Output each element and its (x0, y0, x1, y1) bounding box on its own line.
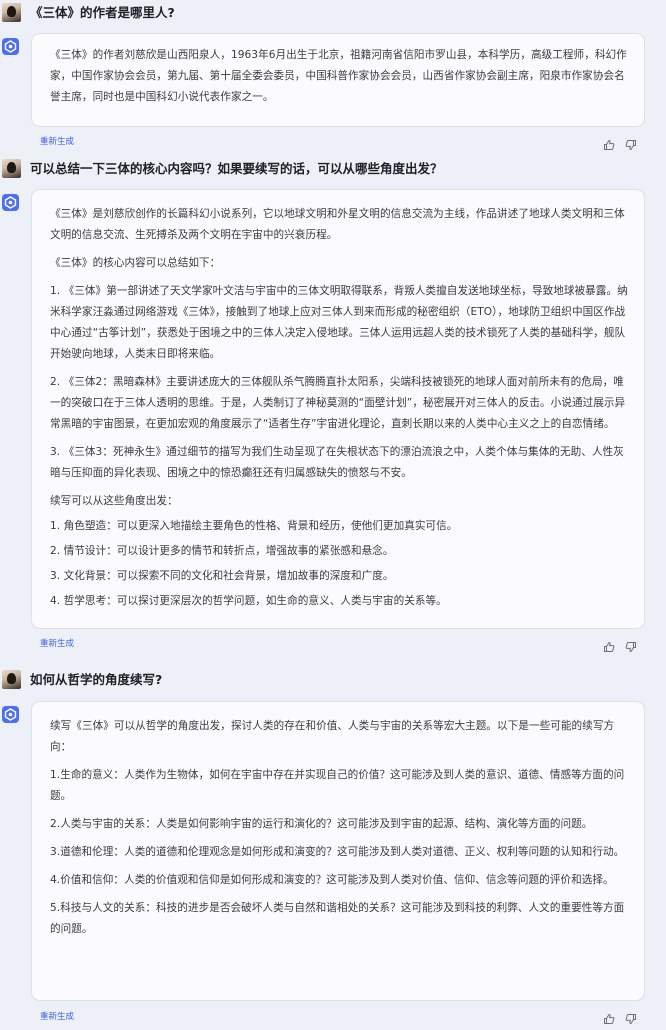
user-avatar (2, 670, 21, 689)
thumbs-down-icon[interactable] (625, 1010, 637, 1025)
answer-paragraph: 3. 《三体3：死神永生》通过细节的描写为我们生动呈现了在失根状态下的漂泊流浪之… (50, 446, 624, 479)
feedback-group (603, 637, 643, 653)
answer-card: 《三体》的作者刘慈欣是山西阳泉人，1963年6月出生于北京，祖籍河南省信阳市罗山… (32, 34, 644, 126)
answer-paragraph: 《三体》是刘慈欣创作的长篇科幻小说系列，它以地球文明和外星文明的信息交流为主线，… (50, 208, 625, 241)
feedback-group (603, 135, 643, 151)
bot-logo-icon (2, 706, 19, 723)
user-avatar (2, 159, 21, 178)
regenerate-button[interactable]: 重新生成 (40, 135, 74, 147)
answer-paragraph: 2.人类与宇宙的关系：人类是如何影响宇宙的运行和演化的？这可能涉及到宇宙的起源、… (50, 818, 593, 830)
answer-paragraph: 4. 哲学思考：可以探讨更深层次的哲学问题，如生命的意义、人类与宇宙的关系等。 (50, 595, 447, 607)
answer-paragraph: 续写《三体》可以从哲学的角度出发，探讨人类的存在和价值、人类与宇宙的关系等宏大主… (50, 720, 615, 753)
answer-paragraph: 1.生命的意义：人类作为生物体，如何在宇宙中存在并实现自己的价值？这可能涉及到人… (50, 769, 625, 802)
thumbs-down-icon[interactable] (625, 136, 637, 151)
thumbs-down-icon[interactable] (625, 638, 637, 653)
bot-logo-icon (2, 194, 19, 211)
answer-paragraph: 《三体》的核心内容可以总结如下： (50, 257, 221, 269)
thumbs-up-icon[interactable] (603, 1010, 615, 1024)
regenerate-button[interactable]: 重新生成 (40, 637, 74, 649)
answer-paragraph: 3.道德和伦理：人类的道德和伦理观念是如何形成和演变的？这可能涉及到人类对道德、… (50, 846, 625, 858)
regenerate-button[interactable]: 重新生成 (40, 1010, 74, 1022)
answer-paragraph: 2. 情节设计：可以设计更多的情节和转折点，增强故事的紧张感和悬念。 (50, 545, 394, 557)
user-avatar (2, 3, 21, 22)
thumbs-up-icon[interactable] (603, 136, 615, 150)
answer-paragraph: 续写可以从这些角度出发： (50, 495, 178, 507)
answer-paragraph: 5.科技与人文的关系：科技的进步是否会破坏人类与自然和谐相处的关系？这可能涉及到… (50, 902, 625, 935)
answer-paragraph: 《三体》的作者刘慈欣是山西阳泉人，1963年6月出生于北京，祖籍河南省信阳市罗山… (50, 49, 627, 103)
answer-paragraph: 2. 《三体2：黑暗森林》主要讲述庞大的三体舰队杀气腾腾直扑太阳系，尖端科技被锁… (50, 376, 626, 430)
thumbs-up-icon[interactable] (603, 638, 615, 652)
bot-logo-icon (2, 38, 19, 55)
answer-card: 续写《三体》可以从哲学的角度出发，探讨人类的存在和价值、人类与宇宙的关系等宏大主… (32, 702, 644, 1000)
answer-paragraph: 4.价值和信仰：人类的价值观和信仰是如何形成和演变的？这可能涉及到人类对价值、信… (50, 874, 614, 886)
feedback-group (603, 1009, 643, 1025)
user-question: 《三体》的作者是哪里人? (30, 5, 175, 20)
user-question: 可以总结一下三体的核心内容吗？如果要续写的话，可以从哪些角度出发？ (30, 161, 443, 176)
answer-card: 《三体》是刘慈欣创作的长篇科幻小说系列，它以地球文明和外星文明的信息交流为主线，… (32, 190, 644, 628)
answer-paragraph: 1. 角色塑造：可以更深入地描绘主要角色的性格、背景和经历，使他们更加真实可信。 (50, 520, 458, 532)
answer-paragraph: 1. 《三体》第一部讲述了天文学家叶文洁与宇宙中的三体文明取得联系，背叛人类擅自… (50, 285, 628, 360)
user-question: 如何从哲学的角度续写? (30, 672, 163, 687)
answer-paragraph: 3. 文化背景：可以探索不同的文化和社会背景，增加故事的深度和广度。 (50, 570, 394, 582)
